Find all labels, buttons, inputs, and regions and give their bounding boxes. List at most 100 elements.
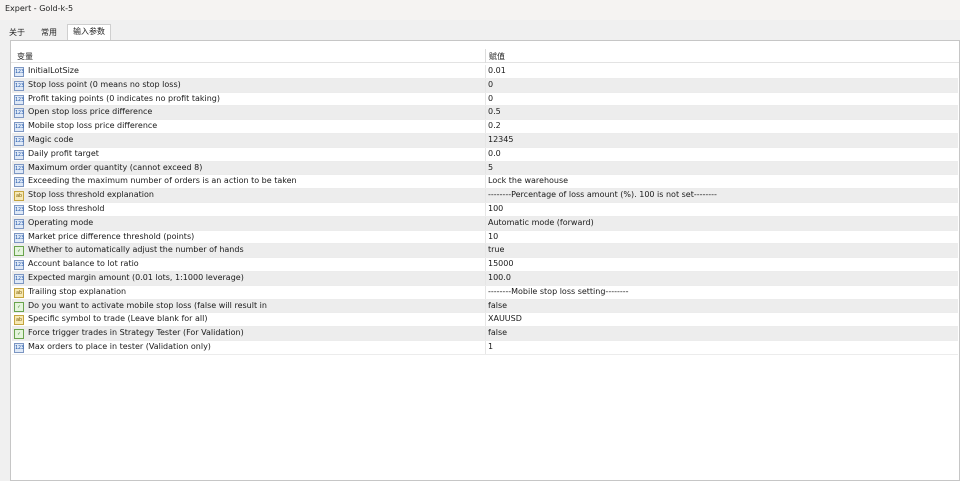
table-row[interactable]: 123 Account balance to lot ratio 15000 xyxy=(12,258,958,272)
column-divider[interactable] xyxy=(485,49,486,63)
param-name: Daily profit target xyxy=(28,148,99,158)
row-divider xyxy=(485,65,486,78)
param-value[interactable]: 0.0 xyxy=(488,149,501,158)
integer-param-icon: 123 xyxy=(14,149,25,160)
integer-param-icon: 123 xyxy=(14,204,25,215)
row-divider xyxy=(485,120,486,133)
row-divider xyxy=(485,271,486,285)
tab-about[interactable]: 关于 xyxy=(4,26,30,40)
tab-inputs[interactable]: 输入参数 xyxy=(67,24,111,40)
row-divider xyxy=(485,313,486,327)
param-name: Expected margin amount (0.01 lots, 1:100… xyxy=(28,272,244,282)
table-row[interactable]: 123 Profit taking points (0 indicates no … xyxy=(12,92,958,107)
table-row[interactable]: ✓ Do you want to activate mobile stop los… xyxy=(12,299,958,314)
row-divider xyxy=(485,327,486,340)
integer-param-icon: 123 xyxy=(14,260,25,271)
row-divider xyxy=(485,244,486,258)
integer-param-icon: 123 xyxy=(14,94,25,105)
table-row[interactable]: 123 Exceeding the maximum number of order… xyxy=(12,175,958,190)
param-name: Exceeding the maximum number of orders i… xyxy=(28,176,297,186)
param-name: Stop loss threshold xyxy=(28,203,105,213)
integer-param-icon: 123 xyxy=(14,108,25,119)
param-value[interactable]: 10 xyxy=(488,232,498,241)
param-value[interactable]: 0.01 xyxy=(488,66,506,75)
table-row[interactable]: 123 InitialLotSize 0.01 xyxy=(12,65,958,79)
table-row[interactable]: 123 Mobile stop loss price difference 0.2 xyxy=(12,120,958,134)
table-row[interactable]: 123 Market price difference threshold (po… xyxy=(12,230,958,245)
param-name: Magic code xyxy=(28,134,74,144)
column-header-variable[interactable]: 变量 xyxy=(17,51,33,62)
row-divider xyxy=(485,161,486,175)
param-value[interactable]: Automatic mode (forward) xyxy=(488,218,594,227)
table-row[interactable]: ab Stop loss threshold explanation -------… xyxy=(12,189,958,203)
row-divider xyxy=(485,202,486,216)
param-name: Force trigger trades in Strategy Tester … xyxy=(28,328,244,338)
table-row[interactable]: 123 Open stop loss price difference 0.5 xyxy=(12,106,958,121)
param-value[interactable]: 0.5 xyxy=(488,107,501,116)
param-value[interactable]: false xyxy=(488,328,507,337)
row-divider xyxy=(485,258,486,271)
row-divider xyxy=(485,175,486,189)
column-header-value[interactable]: 赋值 xyxy=(489,51,505,62)
row-divider xyxy=(485,78,486,92)
param-name: InitialLotSize xyxy=(28,66,79,75)
param-value[interactable]: 0 xyxy=(488,80,493,89)
bool-param-icon: ✓ xyxy=(14,301,24,312)
param-value[interactable]: 100 xyxy=(488,204,503,213)
param-value[interactable]: 5 xyxy=(488,163,493,172)
param-value[interactable]: XAUUSD xyxy=(488,314,522,323)
integer-param-icon: 123 xyxy=(14,122,25,133)
param-value[interactable]: 0 xyxy=(488,94,493,103)
table-row[interactable]: 123 Stop loss threshold 100 xyxy=(12,202,958,217)
integer-param-icon: 123 xyxy=(14,218,25,229)
row-divider xyxy=(485,147,486,161)
param-name: Whether to automatically adjust the numb… xyxy=(28,245,244,255)
row-divider xyxy=(485,216,486,230)
integer-param-icon: 123 xyxy=(14,342,25,353)
param-value[interactable]: 100.0 xyxy=(488,273,511,282)
table-row[interactable]: ✓ Force trigger trades in Strategy Tester… xyxy=(12,327,958,341)
param-name: Market price difference threshold (point… xyxy=(28,231,195,241)
integer-param-icon: 123 xyxy=(14,232,25,243)
param-value[interactable]: 0.2 xyxy=(488,121,501,130)
table-row[interactable]: 123 Max orders to place in tester (Valida… xyxy=(12,340,958,355)
param-value[interactable]: --------Mobile stop loss setting-------- xyxy=(488,287,629,296)
param-value[interactable]: 1 xyxy=(488,342,493,351)
param-value[interactable]: 15000 xyxy=(488,259,513,268)
table-row[interactable]: 123 Maximum order quantity (cannot exceed… xyxy=(12,161,958,176)
param-name: Account balance to lot ratio xyxy=(28,259,139,269)
tab-bar: 关于 常用 输入参数 xyxy=(0,20,960,40)
param-value[interactable]: Lock the warehouse xyxy=(488,176,568,185)
table-row[interactable]: 123 Daily profit target 0.0 xyxy=(12,147,958,162)
table-row[interactable]: ✓ Whether to automatically adjust the num… xyxy=(12,244,958,259)
row-divider xyxy=(485,230,486,244)
param-value[interactable]: false xyxy=(488,301,507,310)
param-name: Do you want to activate mobile stop loss… xyxy=(28,300,267,310)
integer-param-icon: 123 xyxy=(14,135,25,146)
row-divider xyxy=(485,106,486,120)
table-row[interactable]: ab Specific symbol to trade (Leave blank … xyxy=(12,313,958,328)
table-row[interactable]: 123 Stop loss point (0 means no stop loss… xyxy=(12,78,958,93)
param-value[interactable]: --------Percentage of loss amount (%). 1… xyxy=(488,190,717,199)
table-row[interactable]: 123 Magic code 12345 xyxy=(12,133,958,148)
param-name: Profit taking points (0 indicates no pro… xyxy=(28,93,221,103)
table-row[interactable]: ab Trailing stop explanation --------Mobil… xyxy=(12,285,958,300)
param-name: Max orders to place in tester (Validatio… xyxy=(28,341,211,351)
inputs-panel: 变量 赋值 123 InitialLotSize 0.01 123 Stop loss … xyxy=(10,40,960,481)
param-name: Mobile stop loss price difference xyxy=(28,121,158,131)
bool-param-icon: ✓ xyxy=(14,329,24,340)
table-row[interactable]: 123 Operating mode Automatic mode (forward… xyxy=(12,216,958,231)
param-value[interactable]: 12345 xyxy=(488,135,513,144)
string-param-icon: ab xyxy=(14,287,24,298)
param-name: Maximum order quantity (cannot exceed 8) xyxy=(28,162,203,172)
parameter-list: 123 InitialLotSize 0.01 123 Stop loss point … xyxy=(12,65,958,355)
row-divider xyxy=(485,189,486,202)
param-value[interactable]: true xyxy=(488,245,504,254)
table-row[interactable]: 123 Expected margin amount (0.01 lots, 1:… xyxy=(12,271,958,286)
bool-param-icon: ✓ xyxy=(14,246,24,257)
integer-param-icon: 123 xyxy=(14,163,25,174)
param-name: Trailing stop explanation xyxy=(28,286,127,296)
integer-param-icon: 123 xyxy=(14,80,25,91)
param-name: Operating mode xyxy=(28,217,94,227)
tab-common[interactable]: 常用 xyxy=(36,26,62,40)
